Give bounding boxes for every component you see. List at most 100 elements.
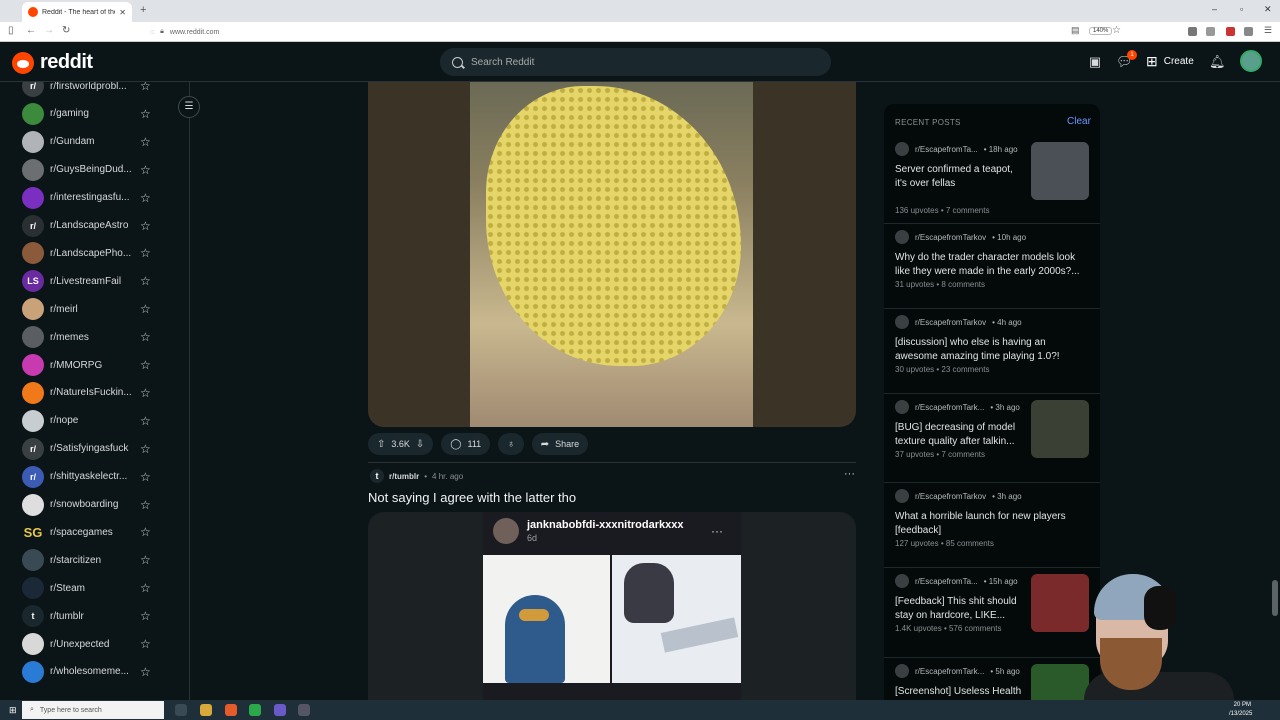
search-input[interactable] — [471, 56, 801, 68]
sidebar-community-item[interactable]: t r/tumblr ☆ — [22, 605, 162, 628]
sidebar-community-item[interactable]: r/nope ☆ — [22, 409, 162, 432]
notification-bell-icon[interactable]: 🔔︎ — [1209, 54, 1226, 70]
window-close-button[interactable]: ✕ — [1264, 4, 1272, 15]
extension-icon[interactable] — [1226, 27, 1235, 36]
firefox-icon[interactable] — [225, 704, 237, 716]
sidebar-community-item[interactable]: r/starcitizen ☆ — [22, 549, 162, 572]
browser-tab[interactable]: Reddit - The heart of the intern ✕ — [22, 2, 132, 22]
recent-post-title[interactable]: What a horrible launch for new players [f… — [895, 510, 1090, 538]
favorite-star-icon[interactable]: ☆ — [140, 525, 151, 539]
bookmark-star-icon[interactable]: ☆ — [1112, 25, 1121, 36]
recent-post-thumbnail[interactable] — [1031, 400, 1089, 458]
favorite-star-icon[interactable]: ☆ — [140, 442, 151, 456]
new-tab-button[interactable]: + — [140, 4, 146, 16]
extension-icon[interactable] — [1244, 27, 1253, 36]
sidebar-community-item[interactable]: r/wholesomeme... ☆ — [22, 660, 162, 683]
create-button[interactable]: ⊞ Create — [1146, 54, 1194, 68]
extension-icon[interactable] — [1188, 27, 1197, 36]
tab-close-icon[interactable]: ✕ — [119, 8, 126, 17]
share-button[interactable]: ➦ Share — [531, 433, 589, 455]
back-icon[interactable]: ← — [26, 25, 36, 36]
favorite-star-icon[interactable]: ☆ — [140, 609, 151, 623]
favorite-star-icon[interactable]: ☆ — [140, 581, 151, 595]
favorite-star-icon[interactable]: ☆ — [140, 386, 151, 400]
sidebar-toggle-icon[interactable]: ▯ — [8, 25, 14, 36]
recent-post-thumbnail[interactable] — [1031, 142, 1089, 200]
favorite-star-icon[interactable]: ☆ — [140, 330, 151, 344]
advertise-icon[interactable]: ▣ — [1087, 54, 1103, 70]
app-icon[interactable] — [298, 704, 310, 716]
maximize-button[interactable]: ▫ — [1240, 4, 1243, 14]
favorite-star-icon[interactable]: ☆ — [140, 135, 151, 149]
app-icon[interactable] — [249, 704, 261, 716]
favorite-star-icon[interactable]: ☆ — [140, 219, 151, 233]
recent-post-subreddit[interactable]: r/EscapefromTarkov — [915, 492, 986, 501]
favorite-star-icon[interactable]: ☆ — [140, 191, 151, 205]
recent-post-title[interactable]: [BUG] decreasing of model texture quality… — [895, 421, 1025, 449]
comments-button[interactable]: ◯ 111 — [441, 433, 491, 455]
sidebar-community-item[interactable]: r/GuysBeingDud... ☆ — [22, 158, 162, 181]
recent-post-title[interactable]: [Feedback] This shit should stay on hardc… — [895, 595, 1025, 623]
app-icon[interactable] — [274, 704, 286, 716]
favorite-star-icon[interactable]: ☆ — [140, 637, 151, 651]
windows-start-icon[interactable]: ⊞ — [9, 705, 17, 716]
post-title[interactable]: Not saying I agree with the latter tho — [368, 490, 576, 505]
sidebar-community-item[interactable]: r/meirl ☆ — [22, 298, 162, 321]
recent-post-title[interactable]: [Screenshot] Useless Health — [895, 685, 1025, 699]
recent-post-title[interactable]: Server confirmed a teapot, it's over fell… — [895, 163, 1025, 191]
sidebar-community-item[interactable]: r/interestingasfu... ☆ — [22, 186, 162, 209]
taskbar-search[interactable]: ⌕ Type here to search — [22, 701, 164, 719]
favorite-star-icon[interactable]: ☆ — [140, 107, 151, 121]
post-media-tumblr[interactable]: janknabobfdi-xxxnitrodarkxxx 6d ··· — [368, 512, 856, 700]
favorite-star-icon[interactable]: ☆ — [140, 665, 151, 679]
favorite-star-icon[interactable]: ☆ — [140, 414, 151, 428]
sidebar-community-item[interactable]: r/r/Satisfyingasfuck ☆ — [22, 437, 162, 460]
scrollbar-thumb[interactable] — [1272, 580, 1278, 616]
clear-button[interactable]: Clear — [1067, 116, 1091, 127]
url-field[interactable]: ◌ 🔒︎ www.reddit.com — [150, 25, 1080, 39]
sidebar-community-item[interactable]: r/Gundam ☆ — [22, 130, 162, 153]
recent-post-thumbnail[interactable] — [1031, 664, 1089, 700]
sidebar-community-item[interactable]: r/snowboarding ☆ — [22, 493, 162, 516]
post-more-button[interactable]: ··· — [844, 468, 855, 480]
upvote-icon[interactable]: ⇧ — [377, 439, 385, 450]
favorite-star-icon[interactable]: ☆ — [140, 302, 151, 316]
user-avatar[interactable] — [1240, 50, 1262, 72]
favorite-star-icon[interactable]: ☆ — [140, 358, 151, 372]
subreddit-link[interactable]: r/tumblr — [389, 472, 419, 481]
sidebar-community-item[interactable]: r/r/shittyaskelectr... ☆ — [22, 465, 162, 488]
sidebar-community-item[interactable]: r/Steam ☆ — [22, 577, 162, 600]
recent-post-title[interactable]: [discussion] who else is having an awesom… — [895, 336, 1090, 364]
sidebar-community-item[interactable]: r/r/LandscapeAstro ☆ — [22, 214, 162, 237]
recent-post-subreddit[interactable]: r/EscapefromTa... — [915, 145, 978, 154]
system-clock[interactable]: 20 PM /13/2025 — [1229, 701, 1252, 719]
extension-icon[interactable] — [1206, 27, 1215, 36]
reload-icon[interactable]: ↻ — [62, 25, 70, 36]
sidebar-community-item[interactable]: LS r/LivestreamFail ☆ — [22, 270, 162, 293]
favorite-star-icon[interactable]: ☆ — [140, 498, 151, 512]
reader-view-icon[interactable]: ▤ — [1071, 25, 1080, 36]
menu-icon[interactable]: ☰ — [1264, 25, 1272, 36]
sidebar-community-item[interactable]: r/MMORPG ☆ — [22, 354, 162, 376]
recent-post-subreddit[interactable]: r/EscapefromTark... — [915, 403, 984, 412]
favorite-star-icon[interactable]: ☆ — [140, 470, 151, 484]
favorite-star-icon[interactable]: ☆ — [140, 553, 151, 567]
forward-icon[interactable]: → — [44, 25, 54, 36]
sidebar-community-item[interactable]: r/memes ☆ — [22, 326, 162, 349]
post-media-honeycomb[interactable] — [368, 82, 856, 427]
reddit-logo[interactable]: reddit — [12, 51, 93, 74]
sidebar-community-item[interactable]: r/gaming ☆ — [22, 102, 162, 125]
favorite-star-icon[interactable]: ☆ — [140, 274, 151, 288]
recent-post-subreddit[interactable]: r/EscapefromTarkov — [915, 318, 986, 327]
favorite-star-icon[interactable]: ☆ — [140, 163, 151, 177]
sidebar-collapse-button[interactable]: ☰ — [178, 96, 200, 118]
recent-post-subreddit[interactable]: r/EscapefromTa... — [915, 577, 978, 586]
task-view-icon[interactable] — [175, 704, 187, 716]
downvote-icon[interactable]: ⇩ — [416, 439, 424, 450]
favorite-star-icon[interactable]: ☆ — [140, 82, 151, 93]
minimize-button[interactable]: – — [1212, 4, 1217, 14]
file-explorer-icon[interactable] — [200, 704, 212, 716]
recent-post-thumbnail[interactable] — [1031, 574, 1089, 632]
sidebar-community-item[interactable]: r/LandscapePho... ☆ — [22, 242, 162, 265]
sidebar-community-item[interactable]: r/NatureIsFuckin... ☆ — [22, 381, 162, 404]
